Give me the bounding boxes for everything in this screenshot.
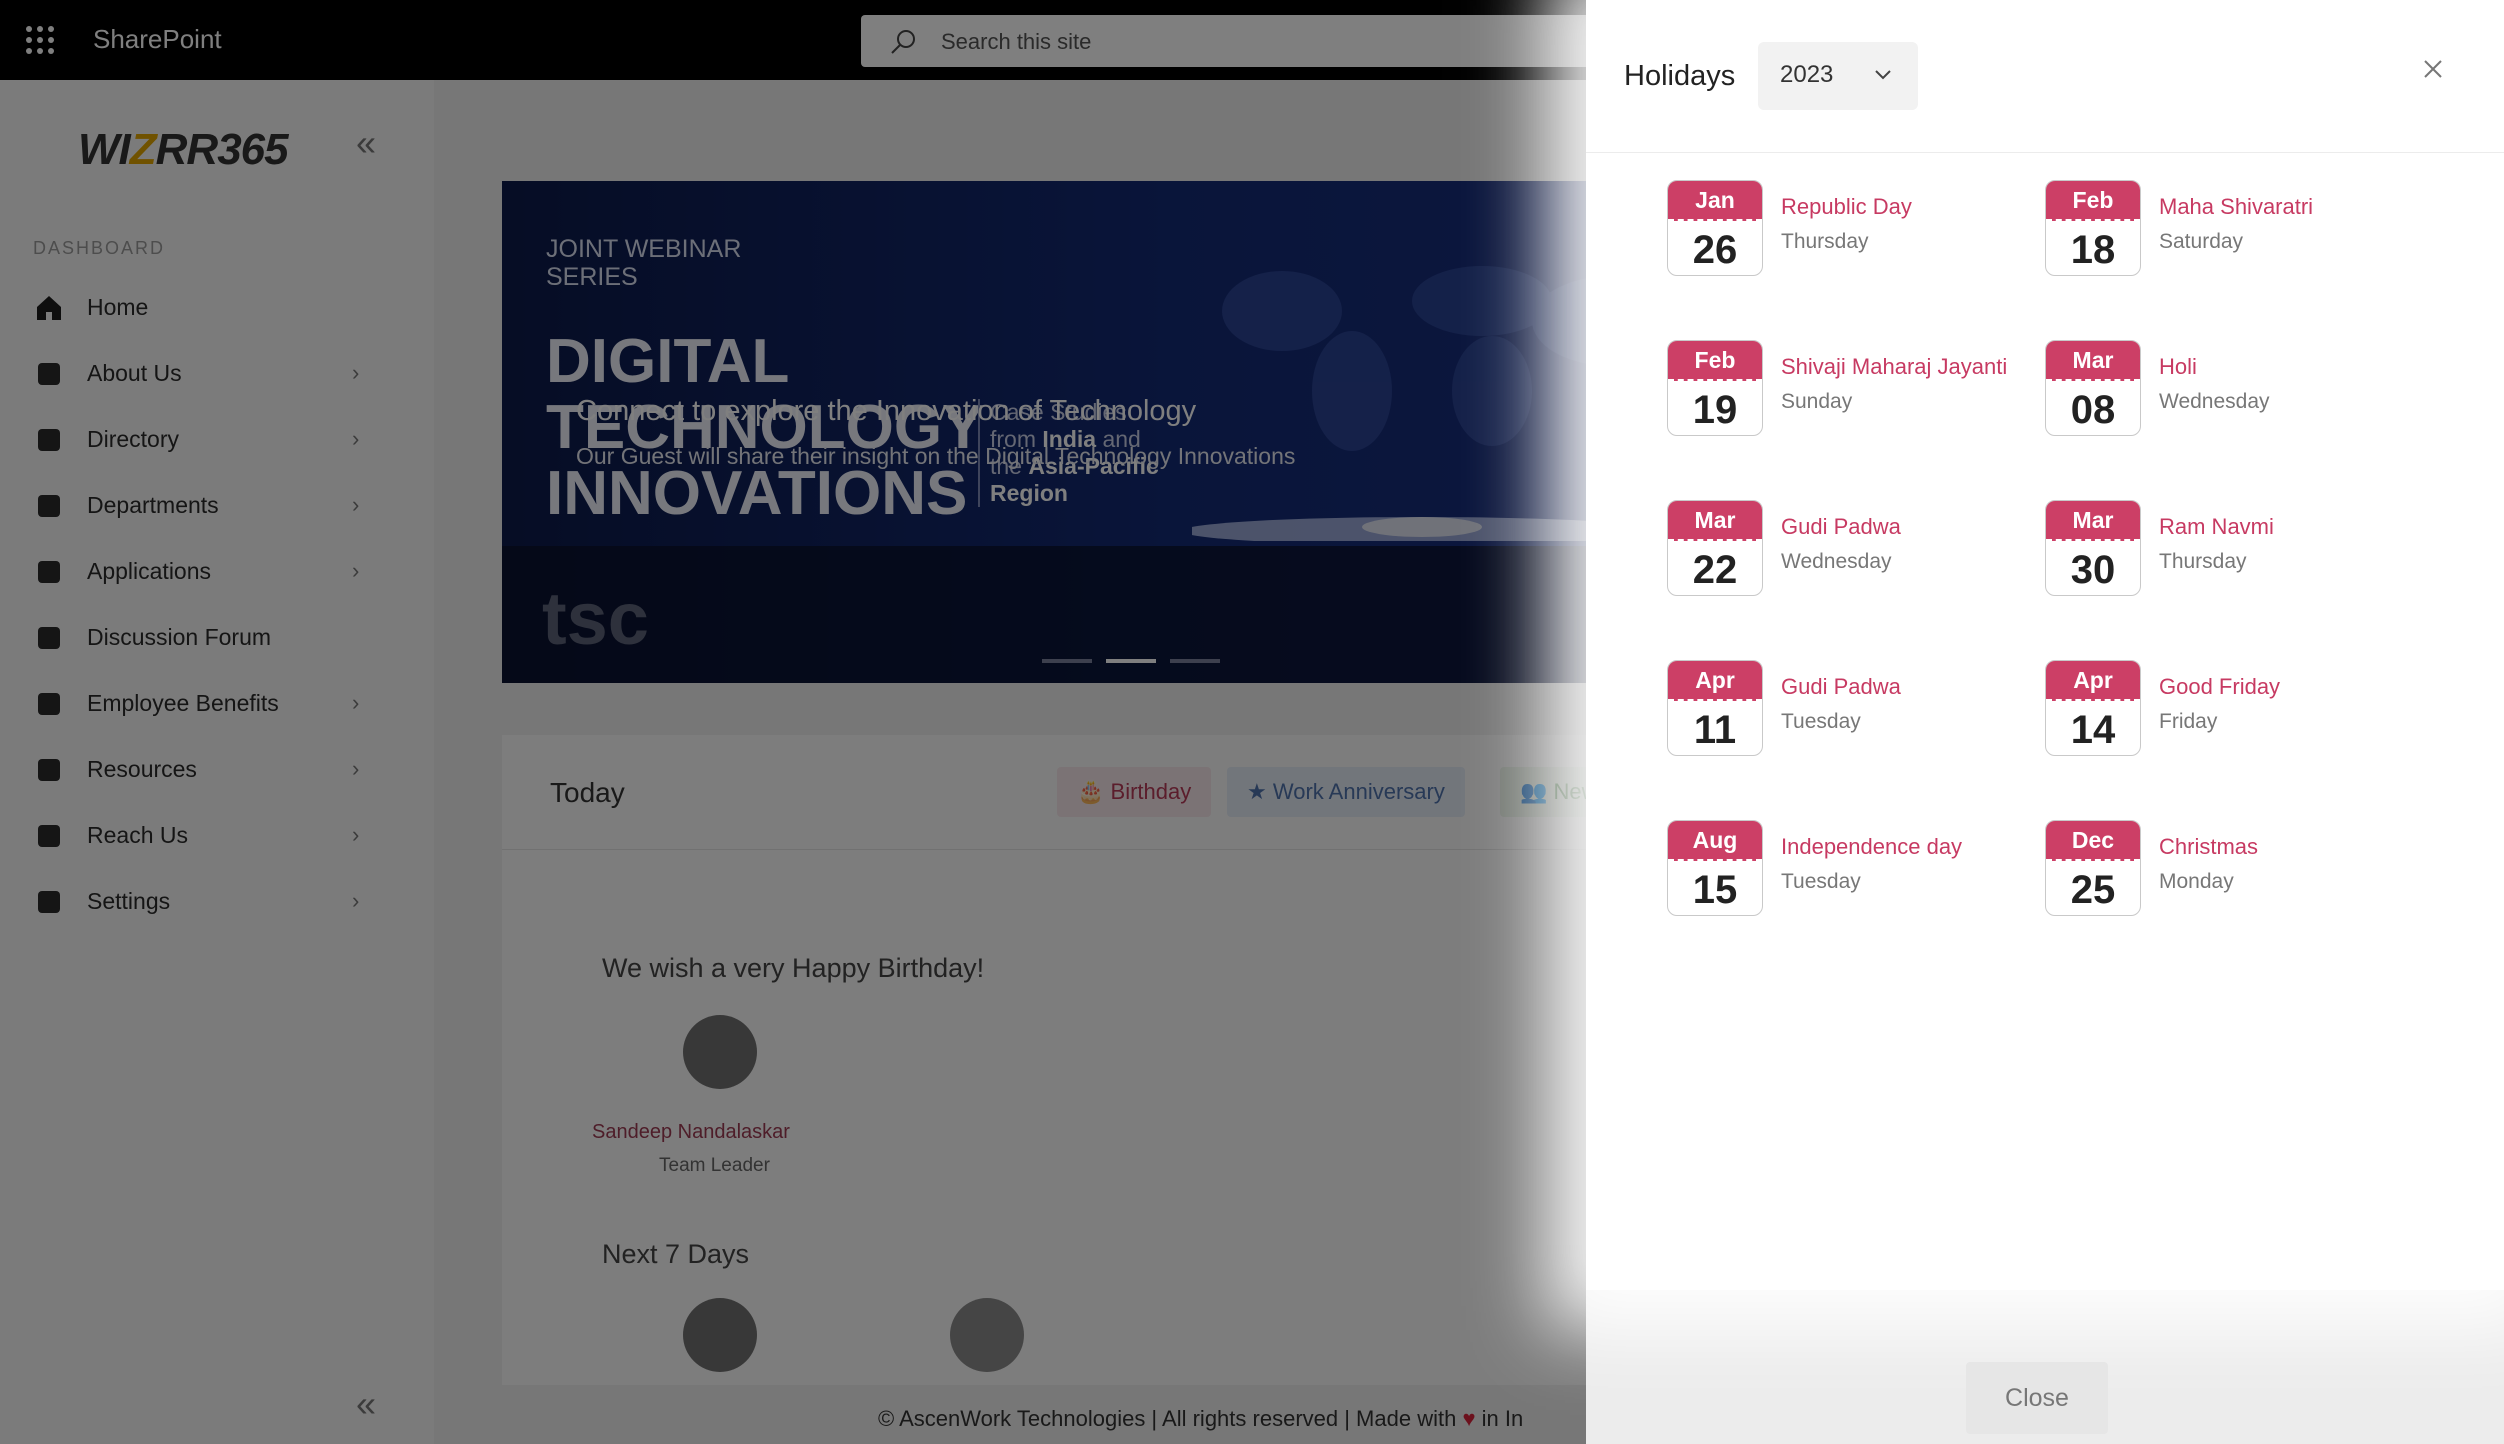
holiday-weekday: Wednesday bbox=[1781, 550, 1892, 573]
calendar-date-icon: Apr 14 bbox=[2045, 660, 2141, 756]
holiday-day: 14 bbox=[2070, 708, 2116, 752]
holiday-name: Shivaji Maharaj Jayanti bbox=[1781, 354, 2008, 379]
calendar-date-icon: Jan 26 bbox=[1667, 180, 1763, 276]
holiday-weekday: Thursday bbox=[1781, 230, 1869, 253]
holiday-item: Apr 11 Gudi Padwa Tuesday bbox=[1667, 660, 2037, 760]
holidays-panel: Holidays 2023 Jan 26 Republic Day Thursday F… bbox=[1586, 0, 2504, 1444]
holiday-day: 26 bbox=[1692, 228, 1738, 272]
holiday-item: Mar 30 Ram Navmi Thursday bbox=[2045, 500, 2415, 600]
holiday-name: Good Friday bbox=[2159, 674, 2281, 699]
calendar-date-icon: Mar 22 bbox=[1667, 500, 1763, 596]
holiday-weekday: Friday bbox=[2159, 710, 2218, 733]
holiday-weekday: Sunday bbox=[1781, 390, 1853, 413]
holiday-item: Mar 08 Holi Wednesday bbox=[2045, 340, 2415, 440]
close-button[interactable]: Close bbox=[1966, 1362, 2108, 1434]
holiday-name: Christmas bbox=[2159, 834, 2259, 859]
holiday-day: 22 bbox=[1692, 548, 1738, 592]
holiday-month: Feb bbox=[1668, 341, 1762, 381]
holiday-day: 11 bbox=[1693, 708, 1737, 752]
panel-header-divider bbox=[1586, 152, 2504, 153]
holiday-day: 18 bbox=[2070, 228, 2116, 272]
holiday-item: Aug 15 Independence day Tuesday bbox=[1667, 820, 2037, 920]
calendar-date-icon: Aug 15 bbox=[1667, 820, 1763, 916]
holiday-item: Jan 26 Republic Day Thursday bbox=[1667, 180, 2037, 280]
holiday-name: Maha Shivaratri bbox=[2159, 194, 2314, 219]
holiday-day: 19 bbox=[1692, 388, 1738, 432]
holiday-day: 30 bbox=[2070, 548, 2116, 592]
holiday-day: 08 bbox=[2070, 388, 2116, 432]
holiday-item: Feb 18 Maha Shivaratri Saturday bbox=[2045, 180, 2415, 280]
holiday-month: Dec bbox=[2046, 821, 2140, 861]
holiday-month: Apr bbox=[1668, 661, 1762, 701]
calendar-date-icon: Mar 30 bbox=[2045, 500, 2141, 596]
holiday-day: 25 bbox=[2070, 868, 2116, 912]
holiday-name: Gudi Padwa bbox=[1781, 514, 1901, 539]
holiday-weekday: Thursday bbox=[2159, 550, 2247, 573]
holiday-month: Mar bbox=[2046, 341, 2140, 381]
holiday-item: Mar 22 Gudi Padwa Wednesday bbox=[1667, 500, 2037, 600]
chevron-down-icon bbox=[1875, 70, 1891, 80]
holiday-weekday: Monday bbox=[2159, 870, 2234, 893]
holiday-weekday: Wednesday bbox=[2159, 390, 2270, 413]
calendar-date-icon: Mar 08 bbox=[2045, 340, 2141, 436]
year-dropdown[interactable]: 2023 bbox=[1758, 42, 1918, 110]
holiday-name: Holi bbox=[2159, 354, 2197, 379]
holiday-month: Jan bbox=[1668, 181, 1762, 221]
holiday-month: Aug bbox=[1668, 821, 1762, 861]
calendar-date-icon: Feb 18 bbox=[2045, 180, 2141, 276]
calendar-date-icon: Apr 11 bbox=[1667, 660, 1763, 756]
year-value: 2023 bbox=[1780, 61, 1834, 88]
holiday-month: Mar bbox=[2046, 501, 2140, 541]
close-icon[interactable] bbox=[2422, 58, 2444, 80]
holiday-name: Republic Day bbox=[1781, 194, 1912, 219]
holiday-name: Independence day bbox=[1781, 834, 1963, 859]
calendar-date-icon: Dec 25 bbox=[2045, 820, 2141, 916]
holiday-month: Feb bbox=[2046, 181, 2140, 221]
calendar-date-icon: Feb 19 bbox=[1667, 340, 1763, 436]
holiday-weekday: Tuesday bbox=[1781, 710, 1861, 733]
holiday-weekday: Tuesday bbox=[1781, 870, 1861, 893]
holiday-name: Gudi Padwa bbox=[1781, 674, 1901, 699]
holidays-panel-body: Holidays 2023 Jan 26 Republic Day Thursday F… bbox=[1586, 0, 2504, 1290]
modal-overlay[interactable] bbox=[0, 0, 1586, 1444]
holiday-weekday: Saturday bbox=[2159, 230, 2244, 253]
panel-title: Holidays bbox=[1624, 60, 1736, 92]
holiday-item: Apr 14 Good Friday Friday bbox=[2045, 660, 2415, 760]
holiday-item: Feb 19 Shivaji Maharaj Jayanti Sunday bbox=[1667, 340, 2037, 440]
holiday-month: Mar bbox=[1668, 501, 1762, 541]
holiday-day: 15 bbox=[1692, 868, 1738, 912]
holiday-item: Dec 25 Christmas Monday bbox=[2045, 820, 2415, 920]
holiday-month: Apr bbox=[2046, 661, 2140, 701]
holiday-name: Ram Navmi bbox=[2159, 514, 2274, 539]
